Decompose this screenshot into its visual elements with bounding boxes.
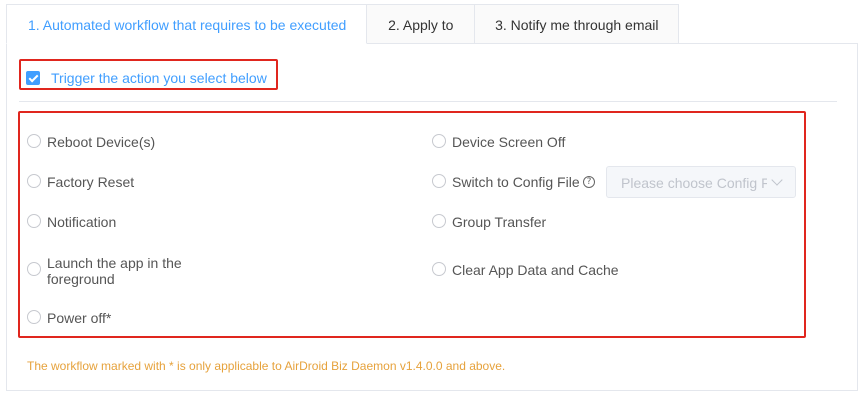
radio-device-screen-off[interactable] bbox=[432, 134, 446, 148]
option-label-group-transfer[interactable]: Group Transfer bbox=[452, 214, 546, 230]
radio-notification[interactable] bbox=[27, 214, 41, 228]
radio-factory-reset[interactable] bbox=[27, 174, 41, 188]
radio-power-off[interactable] bbox=[27, 310, 41, 324]
tab-notify-email[interactable]: 3. Notify me through email bbox=[475, 4, 680, 44]
config-file-select-placeholder: Please choose Config File bbox=[621, 175, 767, 191]
option-label-launch-app-line2[interactable]: foreground bbox=[47, 271, 115, 287]
tab-bar: 1. Automated workflow that requires to b… bbox=[6, 4, 680, 44]
option-label-device-screen-off[interactable]: Device Screen Off bbox=[452, 134, 565, 150]
option-label-power-off[interactable]: Power off* bbox=[47, 310, 111, 326]
trigger-checkbox[interactable] bbox=[26, 71, 40, 85]
radio-reboot-device[interactable] bbox=[27, 134, 41, 148]
radio-switch-config-file[interactable] bbox=[432, 174, 446, 188]
option-label-clear-app-data[interactable]: Clear App Data and Cache bbox=[452, 262, 619, 278]
tab-apply-to[interactable]: 2. Apply to bbox=[367, 4, 476, 44]
option-label-launch-app-line1[interactable]: Launch the app in the bbox=[47, 255, 182, 271]
option-label-factory-reset[interactable]: Factory Reset bbox=[47, 174, 134, 190]
divider bbox=[19, 101, 837, 102]
tab-automated-workflow[interactable]: 1. Automated workflow that requires to b… bbox=[6, 4, 368, 44]
option-label-reboot-device[interactable]: Reboot Device(s) bbox=[47, 134, 155, 150]
trigger-label[interactable]: Trigger the action you select below bbox=[51, 70, 267, 86]
config-file-select[interactable]: Please choose Config File bbox=[606, 166, 796, 198]
option-label-switch-config-file[interactable]: Switch to Config File bbox=[452, 174, 580, 190]
radio-clear-app-data[interactable] bbox=[432, 262, 446, 276]
option-label-notification[interactable]: Notification bbox=[47, 214, 116, 230]
question-circle-icon[interactable]: ? bbox=[583, 176, 595, 188]
chevron-down-icon bbox=[771, 174, 783, 186]
radio-group-transfer[interactable] bbox=[432, 214, 446, 228]
radio-launch-app-foreground[interactable] bbox=[27, 262, 41, 276]
workflow-footnote: The workflow marked with * is only appli… bbox=[27, 359, 506, 373]
